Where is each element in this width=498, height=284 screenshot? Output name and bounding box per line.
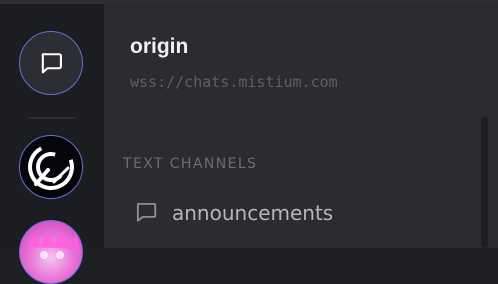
server-url: wss://chats.mistium.com (130, 73, 338, 91)
rail-separator (28, 117, 76, 119)
text-channels-header: TEXT CHANNELS (123, 156, 258, 172)
scrollbar[interactable] (481, 116, 488, 248)
chat-bubble-icon (136, 202, 157, 222)
server-avatar (26, 231, 80, 259)
channel-label: announcements (172, 201, 334, 225)
server-avatar (28, 144, 74, 190)
chat-bubble-icon (41, 53, 62, 74)
channel-item-announcements[interactable]: announcements (128, 194, 473, 232)
server-icon-second[interactable] (19, 220, 83, 284)
home-chat-button[interactable] (19, 31, 83, 95)
server-rail (0, 4, 104, 284)
server-icon-origin[interactable] (19, 135, 83, 199)
server-name: origin (130, 35, 189, 58)
